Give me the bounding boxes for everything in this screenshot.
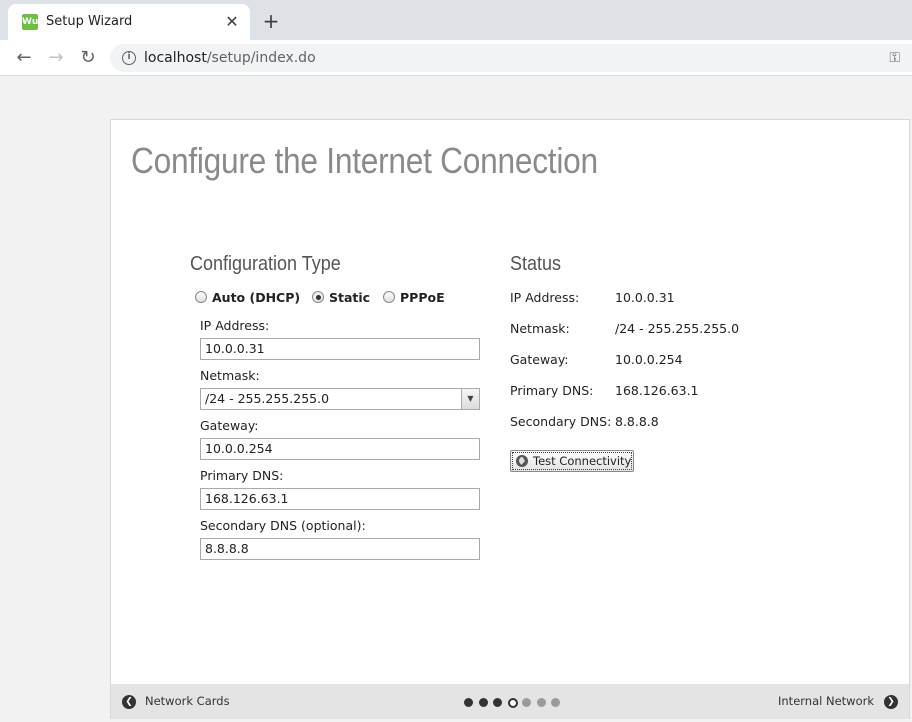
- previous-step-link[interactable]: Network Cards: [145, 694, 230, 708]
- radio-pppoe-label: PPPoE: [400, 290, 445, 305]
- url-text[interactable]: localhost/setup/index.do: [144, 50, 316, 66]
- radio-static[interactable]: Static: [312, 290, 370, 305]
- secondary-dns-input[interactable]: 8.8.8.8: [200, 538, 480, 560]
- step-dot[interactable]: [478, 698, 488, 707]
- step-dot[interactable]: [464, 698, 473, 707]
- primary-dns-input[interactable]: 168.126.63.1: [200, 488, 480, 510]
- radio-circle-icon[interactable]: [383, 291, 395, 303]
- step-dot[interactable]: [536, 698, 546, 707]
- radio-circle-checked-icon[interactable]: [312, 291, 324, 303]
- page-title: Configure the Internet Connection: [131, 140, 598, 181]
- status-gateway-value: 10.0.0.254: [615, 352, 683, 367]
- status-secondary-dns-value: 8.8.8.8: [615, 414, 659, 429]
- key-icon[interactable]: ⚿: [889, 50, 900, 66]
- netmask-select[interactable]: /24 - 255.255.255.0 ▼: [200, 388, 480, 410]
- url-host: localhost: [144, 50, 207, 66]
- netmask-label: Netmask:: [200, 368, 260, 383]
- forward-arrow-icon[interactable]: →: [44, 46, 68, 70]
- status-ip-label: IP Address:: [510, 290, 580, 305]
- browser-tab-strip: Wu Setup Wizard ✕ +: [0, 0, 912, 40]
- chevron-down-icon[interactable]: ▼: [461, 389, 479, 409]
- status-netmask-label: Netmask:: [510, 321, 570, 336]
- config-type-heading: Configuration Type: [190, 253, 341, 275]
- radio-dhcp-label: Auto (DHCP): [212, 290, 301, 305]
- chevron-left-icon[interactable]: ❮: [122, 695, 136, 709]
- favicon-icon: Wu: [22, 14, 38, 30]
- radio-circle-icon[interactable]: [195, 291, 207, 303]
- test-connectivity-label: Test Connectivity: [533, 454, 632, 468]
- step-dot[interactable]: [493, 698, 502, 707]
- status-netmask-value: /24 - 255.255.255.0: [615, 321, 740, 336]
- new-tab-icon[interactable]: +: [260, 10, 282, 32]
- status-secondary-dns-label: Secondary DNS:: [510, 414, 612, 429]
- chevron-right-icon[interactable]: ❯: [884, 695, 898, 709]
- wizard-panel: Configure the Internet Connection Config…: [110, 119, 910, 719]
- secondary-dns-label: Secondary DNS (optional):: [200, 518, 366, 533]
- ip-address-label: IP Address:: [200, 318, 270, 333]
- step-dot[interactable]: [551, 698, 560, 707]
- test-connectivity-button[interactable]: Test Connectivity: [510, 450, 634, 472]
- status-heading: Status: [510, 253, 562, 275]
- step-dot-current[interactable]: [507, 697, 518, 708]
- browser-toolbar: ← → ↻ i localhost/setup/index.do ⚿: [0, 40, 912, 76]
- primary-dns-label: Primary DNS:: [200, 468, 284, 483]
- radio-static-label: Static: [329, 290, 371, 305]
- globe-icon: [516, 455, 528, 467]
- ip-address-input[interactable]: 10.0.0.31: [200, 338, 480, 360]
- address-bar[interactable]: i localhost/setup/index.do ⚿: [110, 44, 912, 72]
- status-primary-dns-value: 168.126.63.1: [615, 383, 699, 398]
- browser-tab[interactable]: Wu Setup Wizard ✕: [8, 4, 250, 40]
- reload-icon[interactable]: ↻: [76, 46, 100, 70]
- next-step-link[interactable]: Internal Network: [778, 694, 874, 708]
- status-ip-value: 10.0.0.31: [615, 290, 675, 305]
- gateway-input[interactable]: 10.0.0.254: [200, 438, 480, 460]
- radio-pppoe[interactable]: PPPoE: [383, 290, 445, 305]
- info-icon[interactable]: i: [122, 51, 136, 65]
- radio-dhcp[interactable]: Auto (DHCP): [195, 290, 300, 305]
- back-arrow-icon[interactable]: ←: [12, 46, 36, 70]
- page-viewport: Configure the Internet Connection Config…: [0, 77, 912, 722]
- status-primary-dns-label: Primary DNS:: [510, 383, 594, 398]
- url-path: /setup/index.do: [206, 50, 316, 66]
- wizard-footer: ❮ Network Cards Internal Network ❯: [111, 684, 909, 719]
- step-dot[interactable]: [522, 698, 531, 707]
- close-tab-icon[interactable]: ✕: [222, 12, 242, 32]
- gateway-label: Gateway:: [200, 418, 259, 433]
- status-gateway-label: Gateway:: [510, 352, 569, 367]
- netmask-selected-value: /24 - 255.255.255.0: [205, 391, 330, 406]
- tab-title: Setup Wizard: [46, 14, 133, 29]
